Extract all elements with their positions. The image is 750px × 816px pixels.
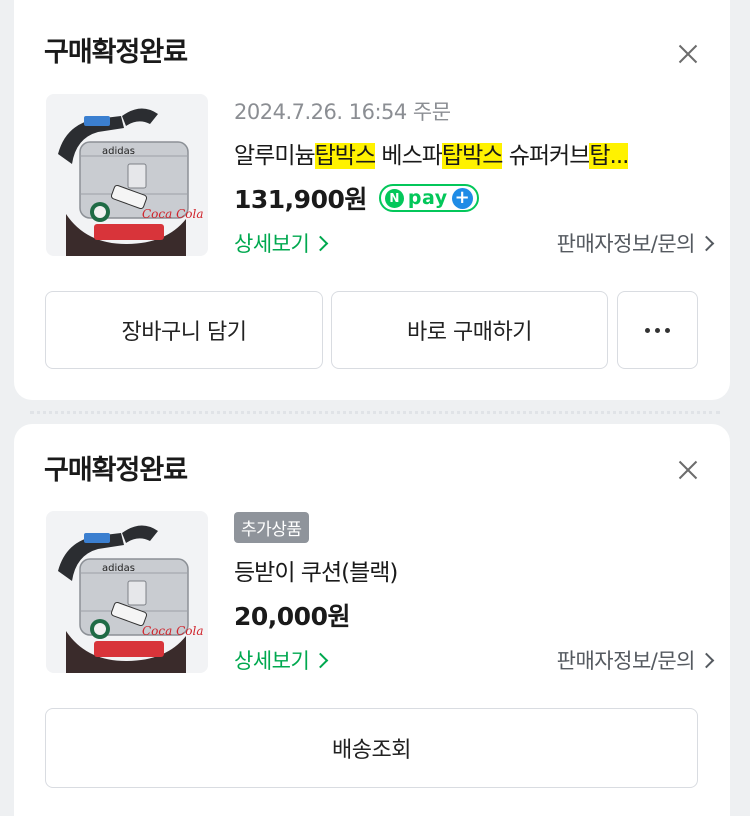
product-info: 2024.7.26. 16:54 주문 알루미늄탑박스 베스파탑박스 슈퍼커브탑… (234, 96, 715, 258)
buy-now-button[interactable]: 바로 구매하기 (331, 291, 608, 369)
brand-sticker-1: adidas (102, 563, 135, 574)
seller-info-label: 판매자정보/문의 (556, 232, 696, 256)
add-on-product-badge: 추가상품 (234, 512, 309, 543)
price-row: 131,900원 N pay + (234, 180, 712, 216)
product-name-highlight: 탑... (589, 143, 629, 169)
add-to-cart-button[interactable]: 장바구니 담기 (45, 291, 323, 369)
product-price: 20,000원 (234, 602, 350, 631)
npay-badge: N pay + (378, 184, 479, 212)
chevron-right-icon (313, 652, 329, 669)
order-list: 구매확정완료 adidas Coca Cola 2024.7.26. 16:54… (0, 0, 750, 816)
track-shipping-button[interactable]: 배송조회 (45, 708, 698, 788)
product-image: adidas Coca Cola (46, 94, 208, 256)
brand-sticker-2: Coca Cola (142, 624, 204, 638)
product-info: 추가상품 등받이 쿠션(블랙) 20,000원 상세보기 판매자정보/문의 (234, 512, 715, 675)
plus-icon: + (451, 187, 473, 209)
order-date: 2024.7.26. 16:54 주문 (234, 100, 451, 124)
product-name[interactable]: 등받이 쿠션(블랙) (234, 553, 712, 587)
brand-sticker-2: Coca Cola (142, 207, 204, 221)
product-thumbnail[interactable]: adidas Coca Cola (46, 94, 208, 256)
chevron-right-icon (698, 235, 715, 252)
product-name[interactable]: 알루미늄탑박스 베스파탑박스 슈퍼커브탑... (234, 136, 712, 170)
more-button[interactable] (617, 291, 698, 369)
order-card-2: 구매확정완료 adidas Coca Cola 추가상품 등받이 쿠션(블랙) … (14, 424, 730, 816)
links-row: 상세보기 판매자정보/문의 (234, 228, 715, 258)
close-icon[interactable] (676, 42, 700, 66)
detail-link[interactable]: 상세보기 (234, 228, 329, 258)
chevron-right-icon (313, 235, 329, 252)
close-icon[interactable] (676, 458, 700, 482)
product-name-highlight: 탑박스 (441, 143, 503, 169)
detail-link-label: 상세보기 (234, 649, 310, 673)
divider-notch-right (726, 402, 746, 420)
order-status-title: 구매확정완료 (44, 455, 188, 486)
product-name-highlight: 탑박스 (314, 143, 376, 169)
product-price: 131,900원 (234, 185, 367, 214)
product-image: adidas Coca Cola (46, 511, 208, 673)
detail-link[interactable]: 상세보기 (234, 645, 329, 675)
seller-info-label: 판매자정보/문의 (556, 649, 696, 673)
price-row: 20,000원 (234, 597, 712, 633)
product-name-part: 알루미늄 (234, 143, 316, 169)
order-card-1: 구매확정완료 adidas Coca Cola 2024.7.26. 16:54… (14, 0, 730, 400)
links-row: 상세보기 판매자정보/문의 (234, 645, 715, 675)
brand-sticker-1: adidas (102, 146, 135, 157)
order-status-title: 구매확정완료 (44, 37, 188, 68)
product-thumbnail[interactable]: adidas Coca Cola (46, 511, 208, 673)
card-divider (30, 411, 720, 414)
npay-label: pay (407, 187, 448, 209)
detail-link-label: 상세보기 (234, 232, 310, 256)
divider-notch-left (4, 402, 24, 420)
product-name-part: 베스파 (375, 143, 442, 169)
more-dots-icon (645, 327, 670, 333)
seller-info-link[interactable]: 판매자정보/문의 (556, 228, 715, 258)
product-name-part: 슈퍼커브 (502, 143, 591, 169)
npay-n-icon: N (384, 188, 404, 208)
chevron-right-icon (698, 652, 715, 669)
seller-info-link[interactable]: 판매자정보/문의 (556, 645, 715, 675)
